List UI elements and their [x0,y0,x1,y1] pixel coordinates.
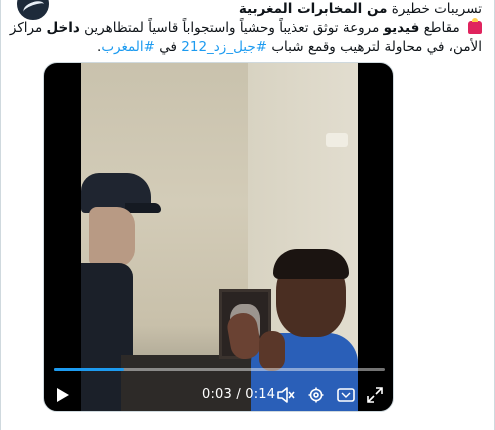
tweet-text-bold: فيديو [383,20,420,36]
siren-emoji-icon [468,18,482,34]
tweet-text-segment: في [154,39,182,55]
video-player[interactable]: 0:03 / 0:14 [43,62,394,412]
tweet-text-segment: تسريبات خطيرة [387,1,482,17]
video-light [326,133,348,147]
captions-button[interactable] [336,385,356,405]
tweet-text-segment: الأمن، في محاولة لترهيب وقمع شباب [267,39,482,55]
hashtag-link[interactable]: #المغرب [101,39,155,55]
video-boy-hair [273,249,349,279]
tweet-text-bold: داخل [46,20,80,36]
fullscreen-button[interactable] [366,385,384,405]
video-time-display: 0:03 / 0:14 [202,387,276,402]
volume-muted-icon [277,387,295,403]
video-officer-face [89,207,135,267]
tweet-text-bold: من المخابرات المغربية [238,1,388,17]
gear-icon [308,387,324,403]
tweet-line-1: تسريبات خطيرة من المخابرات المغربية [12,0,482,19]
play-icon [56,387,70,403]
play-button[interactable] [54,385,72,405]
volume-button[interactable] [276,385,296,405]
video-progress-bar[interactable] [54,368,385,371]
tweet-line-2: مقاطع فيديو مروعة توثق تعذيباً وحشياً وا… [9,18,482,38]
captions-icon [337,388,355,402]
fullscreen-icon [367,387,383,403]
tweet-text-segment: مروعة توثق تعذيباً وحشياً واستجواباً قاس… [79,20,384,36]
tweet-text: تسريبات خطيرة من المخابرات المغربية مقاط… [9,0,482,57]
tweet-text-segment: مراكز [9,20,47,36]
tweet-card: تسريبات خطيرة من المخابرات المغربية مقاط… [0,0,495,430]
video-progress-fill [54,368,124,371]
video-hand [259,331,285,371]
settings-button[interactable] [306,385,326,405]
hashtag-link[interactable]: #جيل_زد_212 [181,39,267,55]
video-cap-brim [125,203,161,213]
video-frame[interactable] [81,63,358,411]
tweet-line-3: الأمن، في محاولة لترهيب وقمع شباب #جيل_ز… [12,38,482,57]
video-controls: 0:03 / 0:14 [44,381,393,409]
tweet-text-segment: مقاطع [419,20,464,36]
